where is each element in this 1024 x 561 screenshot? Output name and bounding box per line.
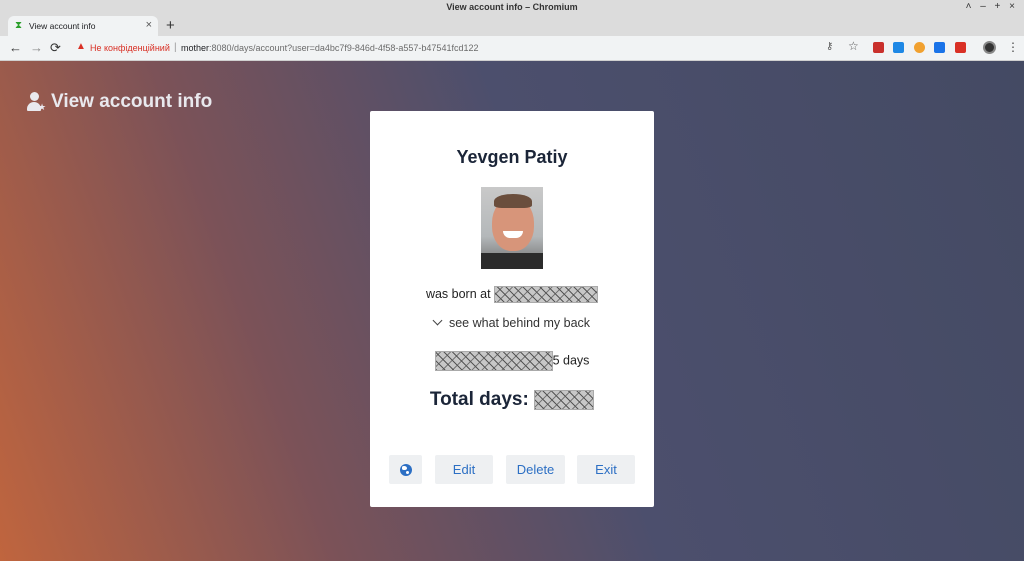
collapse-label: see what behind my back [448, 316, 591, 330]
days-line: 5 days [370, 351, 654, 371]
security-warning[interactable]: Не конфіденційний [90, 43, 170, 53]
page-title: View account info [51, 91, 213, 112]
delete-button[interactable]: Delete [506, 455, 565, 484]
address-bar[interactable]: ▲ Не конфіденційний | mother:8080/days/a… [70, 39, 870, 58]
kebab-menu-icon[interactable]: ⋮ [1007, 40, 1019, 54]
close-icon[interactable]: × [146, 19, 152, 31]
tab-strip: ⧗ View account info × + [0, 16, 1024, 36]
url-text[interactable]: mother:8080/days/account?user=da4bc7f9-8… [181, 43, 478, 53]
back-button[interactable]: ← [9, 40, 22, 55]
days-suffix: 5 days [552, 353, 590, 368]
user-star-icon: ★ [27, 92, 46, 112]
browser-tab[interactable]: ⧗ View account info × [8, 16, 158, 36]
circle-extension-icon[interactable] [914, 42, 925, 53]
ublock-icon[interactable] [873, 42, 884, 53]
redacted-total [534, 389, 595, 410]
chevron-down-icon [432, 315, 443, 326]
exit-button[interactable]: Exit [577, 455, 635, 484]
red-extension-icon[interactable] [955, 42, 966, 53]
window-title: View account info – Chromium [446, 2, 578, 12]
account-photo [481, 187, 543, 269]
account-card: Yevgen Patiy was born at see what behind… [370, 111, 654, 507]
globe-icon [399, 464, 412, 476]
hourglass-icon: ⧗ [15, 20, 23, 31]
page-background: ★ View account info Yevgen Patiy was bor… [0, 61, 1024, 561]
account-name: Yevgen Patiy [456, 147, 568, 167]
new-tab-button[interactable]: + [166, 17, 175, 34]
browser-toolbar: ← → ⟳ ▲ Не конфіденційний | mother:8080/… [0, 36, 1024, 61]
bookmark-star-icon[interactable]: ☆ [848, 39, 859, 53]
edit-button[interactable]: Edit [435, 455, 493, 484]
window-titlebar: View account info – Chromium ˄ – + × [0, 0, 1024, 16]
url-separator: | [174, 42, 177, 53]
collapse-toggle[interactable]: see what behind my back [370, 315, 654, 330]
url-path: :8080/days/account?user=da4bc7f9-846d-4f… [209, 43, 479, 53]
tab-title: View account info [29, 21, 96, 31]
redacted-birth-date [494, 286, 599, 303]
total-days: Total days: [370, 389, 654, 411]
reload-button[interactable]: ⟳ [50, 40, 61, 56]
globe-button[interactable] [389, 455, 422, 484]
warning-icon[interactable]: ▲ [76, 41, 86, 52]
window-controls[interactable]: ˄ – + × [966, 1, 1018, 12]
born-label: was born at [425, 286, 491, 301]
url-host: mother [181, 43, 210, 53]
total-days-label: Total days: [429, 389, 529, 410]
page-heading: ★ View account info [27, 91, 212, 113]
redacted-days [434, 351, 553, 371]
s-extension-icon[interactable] [893, 42, 904, 53]
forward-button[interactable]: → [30, 40, 43, 55]
profile-avatar-icon[interactable] [983, 41, 996, 54]
key-icon[interactable]: ⚷ [826, 41, 833, 52]
birth-date-line: was born at [370, 286, 654, 303]
screenshot-extension-icon[interactable] [934, 42, 945, 53]
